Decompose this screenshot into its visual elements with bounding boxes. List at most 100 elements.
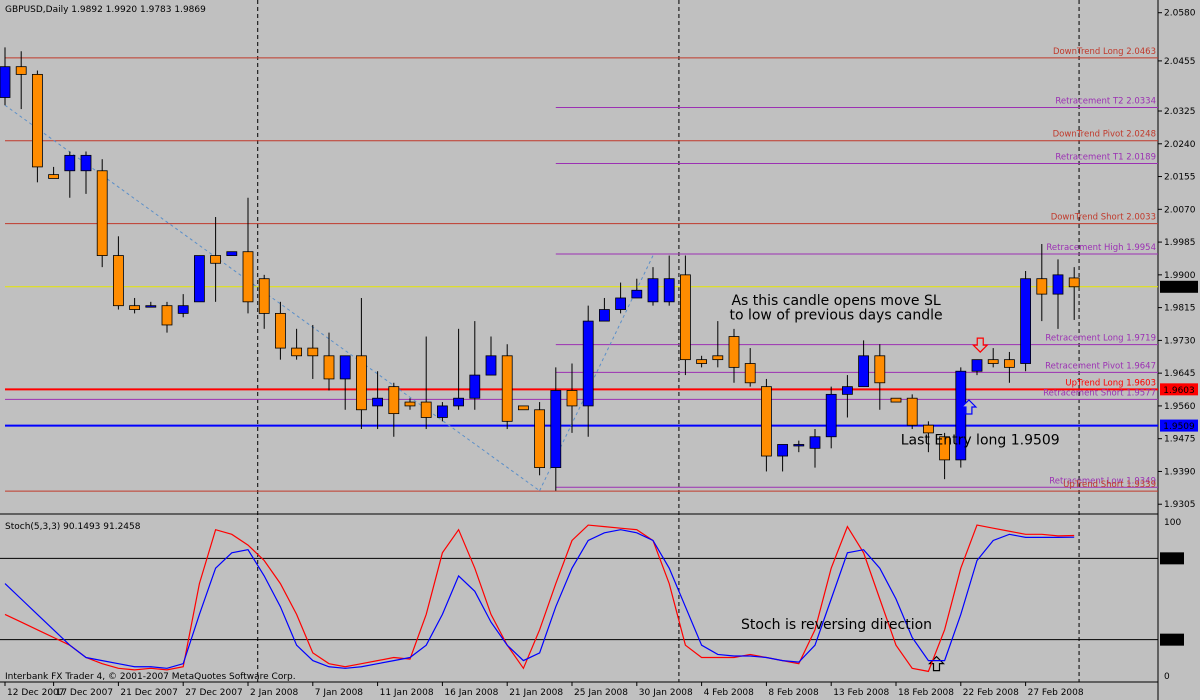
level-label-1: Retracement T2 2.0334 <box>1055 97 1156 107</box>
candle-body-2 <box>32 73 43 168</box>
candle-body-43 <box>696 359 707 364</box>
candle-body-23 <box>372 397 384 407</box>
candle-body-55 <box>890 397 902 403</box>
chart-annotation-1: to low of previous days candle <box>729 308 942 324</box>
candle-body-42 <box>680 274 691 361</box>
candle-body-35 <box>566 390 578 407</box>
level-label-0: DownTrend Long 2.0463 <box>1053 47 1156 57</box>
price-tick-label-2: 2.0325 <box>1164 107 1196 117</box>
candle-body-9 <box>145 305 157 308</box>
stoch-level-tag-1: 23.6 <box>1162 636 1182 646</box>
price-tag-1: 1.9603 <box>1163 386 1195 396</box>
candle-body-16 <box>258 278 270 314</box>
level-label-4: DownTrend Short 2.0033 <box>1051 213 1156 223</box>
level-label-13: UpTrend Short 1.9339 <box>1063 480 1156 490</box>
candle-body-24 <box>388 386 400 415</box>
stoch-tick-label-1: 0 <box>1164 672 1170 682</box>
level-label-10: Retracement Short 1.9577 <box>1043 388 1156 398</box>
candle-body-26 <box>420 401 432 418</box>
level-label-3: Retracement T1 2.0189 <box>1055 152 1156 162</box>
price-tick-label-5: 2.0070 <box>1164 205 1196 215</box>
chart-annotation-0: As this candle opens move SL <box>731 293 940 309</box>
candle-body-54 <box>874 355 886 384</box>
price-tag-2: 1.9509 <box>1163 422 1195 432</box>
time-label-2: 21 Dec 2007 <box>120 688 177 698</box>
price-tick-label-10: 1.9645 <box>1164 369 1196 379</box>
level-label-9: UpTrend Long 1.9603 <box>1065 378 1156 388</box>
candle-body-38 <box>615 297 626 310</box>
candle-body-66 <box>1068 277 1080 288</box>
candle-body-62 <box>1004 359 1015 368</box>
candle-body-7 <box>113 255 124 307</box>
candle-body-3 <box>48 174 59 179</box>
time-label-16: 27 Feb 2008 <box>1028 688 1084 698</box>
time-label-8: 21 Jan 2008 <box>509 688 563 698</box>
time-label-5: 7 Jan 2008 <box>315 688 363 698</box>
candle-body-12 <box>193 255 205 303</box>
price-tick-label-9: 1.9730 <box>1164 336 1196 346</box>
candle-body-64 <box>1036 278 1048 295</box>
candle-body-17 <box>274 312 286 349</box>
candle-body-30 <box>485 355 497 376</box>
candle-body-5 <box>80 154 92 172</box>
level-label-5: Retracement High 1.9954 <box>1046 243 1156 253</box>
candle-body-13 <box>210 255 222 264</box>
time-label-11: 4 Feb 2008 <box>704 688 755 698</box>
candle-body-27 <box>436 405 448 418</box>
price-tick-label-4: 2.0155 <box>1164 173 1196 183</box>
candle-body-44 <box>712 355 724 361</box>
time-label-13: 13 Feb 2008 <box>833 688 889 698</box>
candle-body-37 <box>599 309 610 322</box>
candle-body-32 <box>518 405 529 411</box>
price-tick-label-12: 1.9475 <box>1164 435 1196 445</box>
chart-annotation-2: Last Entry long 1.9509 <box>901 432 1060 448</box>
candle-body-10 <box>161 305 173 326</box>
price-tick-label-1: 2.0455 <box>1164 57 1196 67</box>
time-label-4: 2 Jan 2008 <box>250 688 298 698</box>
candle-body-52 <box>842 386 853 395</box>
candle-body-40 <box>647 278 659 303</box>
candle-body-8 <box>129 305 141 310</box>
candle-body-22 <box>355 355 367 411</box>
candle-body-65 <box>1052 274 1064 295</box>
candle-body-46 <box>744 363 756 384</box>
candle-body-25 <box>404 401 416 407</box>
candle-body-20 <box>323 355 335 380</box>
stoch-level-tag-0: 76.4 <box>1162 555 1182 565</box>
price-tick-label-6: 1.9985 <box>1164 238 1196 248</box>
price-tick-label-3: 2.0240 <box>1164 140 1196 150</box>
candle-body-11 <box>177 305 189 314</box>
candle-body-33 <box>534 409 545 468</box>
candle-body-61 <box>987 359 999 364</box>
mt4-chart[interactable]: DownTrend Long 2.0463 Retracement T2 2.03… <box>0 0 1200 700</box>
time-label-9: 25 Jan 2008 <box>574 688 628 698</box>
level-label-7: Retracement Long 1.9719 <box>1045 334 1156 344</box>
candle-body-31 <box>501 355 513 422</box>
level-label-8: Retracement Pivot 1.9647 <box>1045 361 1156 371</box>
candle-body-28 <box>453 397 465 407</box>
price-tick-label-13: 1.9390 <box>1164 467 1196 477</box>
main-title: GBPUSD,Daily 1.9892 1.9920 1.9783 1.9869 <box>5 5 206 15</box>
candle-body-6 <box>96 170 108 256</box>
time-label-12: 8 Feb 2008 <box>768 688 819 698</box>
candle-body-29 <box>469 374 481 399</box>
time-label-10: 30 Jan 2008 <box>639 688 693 698</box>
candle-body-45 <box>728 336 740 368</box>
time-label-7: 16 Jan 2008 <box>444 688 498 698</box>
candle-body-18 <box>291 347 303 357</box>
candle-body-39 <box>631 289 643 299</box>
candle-body-41 <box>663 278 675 303</box>
copyright-text: Interbank FX Trader 4, © 2001-2007 MetaQ… <box>5 672 296 682</box>
main-panel-bg <box>0 0 1200 700</box>
candle-body-49 <box>793 444 805 447</box>
candle-body-19 <box>307 347 319 357</box>
candle-body-15 <box>242 251 254 303</box>
price-tick-label-8: 1.9815 <box>1164 304 1196 314</box>
price-tick-label-7: 1.9900 <box>1164 271 1196 281</box>
time-label-14: 18 Feb 2008 <box>898 688 954 698</box>
candle-body-0 <box>0 66 11 98</box>
candle-body-48 <box>777 444 788 457</box>
stoch-tick-label-0: 100 <box>1164 518 1181 528</box>
candle-body-21 <box>339 355 351 380</box>
candle-body-14 <box>226 251 238 256</box>
